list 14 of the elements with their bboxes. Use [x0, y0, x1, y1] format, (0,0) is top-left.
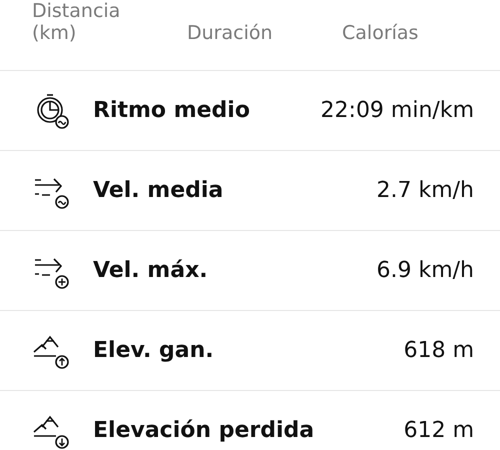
metric-label: Vel. máx.: [93, 257, 208, 285]
metric-label: Vel. media: [93, 177, 224, 205]
stat-label: Distancia: [32, 0, 122, 22]
stat-label: (km): [32, 22, 78, 44]
metric-value: 6.9 km/h: [376, 257, 474, 285]
metric-label: Elevación perdida: [93, 417, 314, 445]
stat-label: Calorías: [342, 22, 418, 44]
metric-value: 612 m: [404, 417, 474, 445]
stat-label: Duración: [187, 22, 274, 44]
metric-value: 618 m: [404, 337, 474, 365]
metric-label: Elev. gan.: [93, 337, 214, 365]
metric-value: 22:09 min/km: [320, 97, 474, 125]
metric-value: 2.7 km/h: [376, 177, 474, 205]
metric-label: Ritmo medio: [93, 97, 250, 125]
